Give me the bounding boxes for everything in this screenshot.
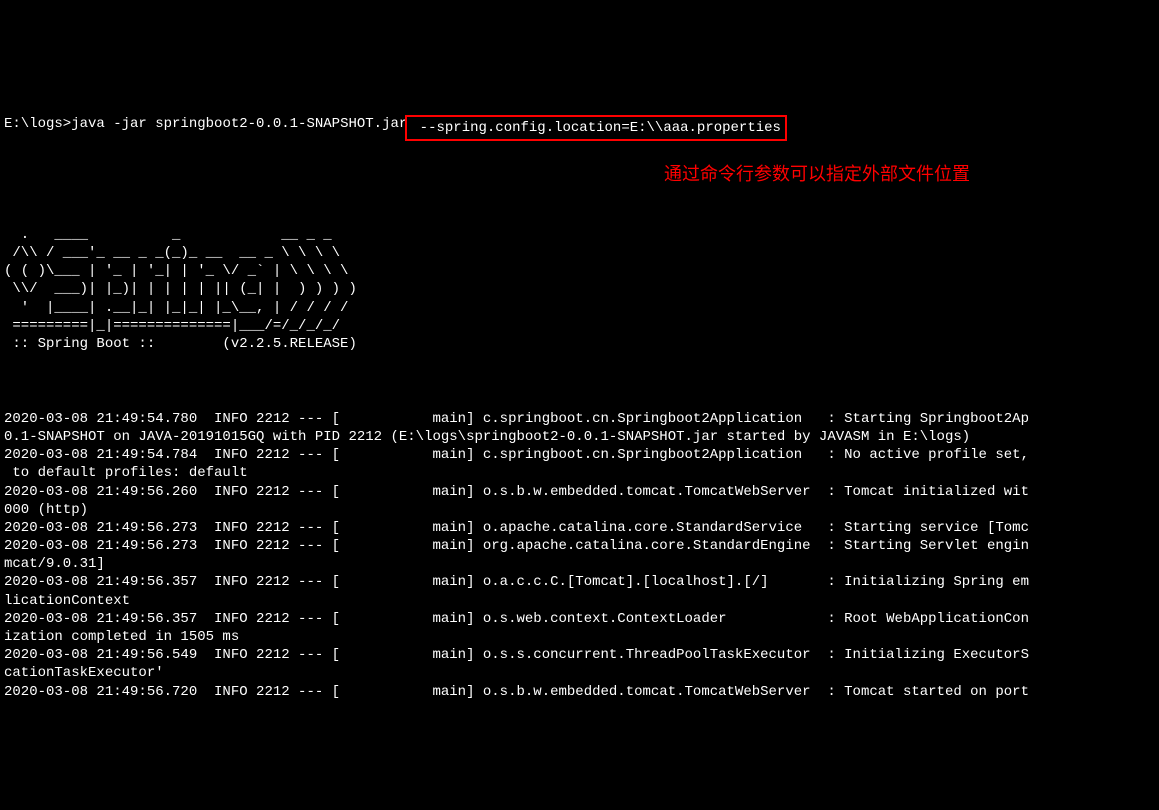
- log-line: 2020-03-08 21:49:56.273 INFO 2212 --- [ …: [4, 537, 1159, 555]
- log-line: to default profiles: default: [4, 464, 1159, 482]
- log-line: mcat/9.0.31]: [4, 555, 1159, 573]
- log-line: [4, 392, 1159, 410]
- log-line: 2020-03-08 21:49:56.273 INFO 2212 --- [ …: [4, 519, 1159, 537]
- log-line: 2020-03-08 21:49:56.260 INFO 2212 --- [ …: [4, 483, 1159, 501]
- log-line: 2020-03-08 21:49:56.357 INFO 2212 --- [ …: [4, 573, 1159, 591]
- command-text-pre: java -jar springboot2-0.0.1-SNAPSHOT.jar: [71, 115, 407, 133]
- log-line: cationTaskExecutor': [4, 664, 1159, 682]
- log-line: 2020-03-08 21:49:54.784 INFO 2212 --- [ …: [4, 446, 1159, 464]
- red-annotation-text: 通过命令行参数可以指定外部文件位置: [664, 163, 970, 186]
- log-output: 2020-03-08 21:49:54.780 INFO 2212 --- [ …: [4, 392, 1159, 701]
- log-line: licationContext: [4, 592, 1159, 610]
- highlighted-argument: --spring.config.location=E:\\aaa.propert…: [405, 115, 787, 141]
- spring-boot-banner: . ____ _ __ _ _ /\\ / ___'_ __ _ _(_)_ _…: [4, 226, 1159, 353]
- terminal-window[interactable]: E:\logs>java -jar springboot2-0.0.1-SNAP…: [4, 79, 1159, 719]
- command-prompt-line: E:\logs>java -jar springboot2-0.0.1-SNAP…: [4, 115, 1159, 141]
- log-line: 2020-03-08 21:49:56.720 INFO 2212 --- [ …: [4, 683, 1159, 701]
- prompt-path: E:\logs>: [4, 115, 71, 133]
- log-line: 2020-03-08 21:49:56.549 INFO 2212 --- [ …: [4, 646, 1159, 664]
- log-line: 0.1-SNAPSHOT on JAVA-20191015GQ with PID…: [4, 428, 1159, 446]
- log-line: ization completed in 1505 ms: [4, 628, 1159, 646]
- log-line: 000 (http): [4, 501, 1159, 519]
- log-line: 2020-03-08 21:49:56.357 INFO 2212 --- [ …: [4, 610, 1159, 628]
- log-line: 2020-03-08 21:49:54.780 INFO 2212 --- [ …: [4, 410, 1159, 428]
